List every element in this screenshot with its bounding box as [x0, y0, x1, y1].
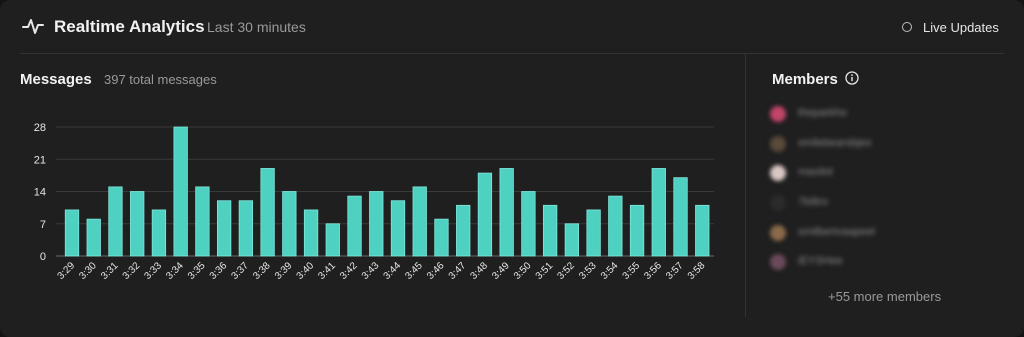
- bar: [477, 172, 493, 257]
- member-name: smilbertvaapeel: [798, 226, 876, 238]
- bar: [195, 186, 210, 257]
- avatar: [770, 106, 786, 122]
- x-tick-label: 3:50: [512, 260, 534, 282]
- x-tick-label: 3:58: [686, 260, 708, 282]
- bar: [238, 200, 254, 257]
- avatar: [770, 136, 786, 152]
- bar: [108, 186, 123, 257]
- header: Realtime Analytics Last 30 minutes Live …: [0, 0, 1024, 54]
- bar: [434, 218, 449, 257]
- time-range-label: Last 30 minutes: [207, 19, 306, 35]
- bar: [347, 195, 362, 257]
- bar: [325, 223, 340, 257]
- x-tick-label: 3:43: [360, 260, 382, 282]
- live-updates-label: Live Updates: [923, 20, 999, 35]
- bar: [564, 223, 580, 257]
- bar: [456, 204, 471, 257]
- bar: [173, 126, 188, 257]
- member-item[interactable]: theparkho: [770, 104, 920, 124]
- bar: [586, 209, 601, 257]
- y-tick-label: 14: [34, 187, 46, 199]
- member-item[interactable]: smilebearsbjes: [770, 134, 920, 154]
- y-tick-label: 0: [40, 251, 46, 263]
- x-tick-label: 3:38: [251, 260, 273, 282]
- bar: [303, 209, 319, 257]
- bar: [412, 186, 427, 257]
- bar: [151, 209, 167, 257]
- x-tick-label: 3:54: [599, 260, 621, 282]
- x-tick-label: 3:48: [469, 260, 491, 282]
- more-members-link[interactable]: +55 more members: [828, 289, 941, 304]
- avatar: [770, 165, 786, 181]
- member-name: 7biltro: [798, 196, 828, 208]
- bar: [216, 200, 232, 257]
- x-tick-label: 3:37: [229, 260, 251, 282]
- x-tick-label: 3:44: [382, 260, 404, 282]
- analytics-card: Realtime Analytics Last 30 minutes Live …: [0, 0, 1024, 337]
- x-tick-label: 3:34: [164, 260, 186, 282]
- bar: [695, 204, 710, 257]
- x-tick-label: 3:35: [186, 260, 208, 282]
- bar: [499, 168, 514, 257]
- member-name: iEYSHee: [798, 255, 843, 267]
- activity-icon: [22, 19, 44, 34]
- bar: [64, 209, 80, 257]
- x-tick-label: 3:30: [77, 260, 99, 282]
- x-tick-label: 3:49: [490, 260, 512, 282]
- x-tick-label: 3:41: [316, 260, 338, 282]
- member-item[interactable]: iEYSHee: [770, 252, 920, 272]
- member-item[interactable]: maxilot: [770, 163, 920, 183]
- member-name: smilebearsbjes: [798, 137, 872, 149]
- info-icon[interactable]: [845, 71, 859, 85]
- x-tick-label: 3:36: [208, 260, 230, 282]
- x-tick-label: 3:32: [121, 260, 143, 282]
- messages-total: 397 total messages: [104, 72, 217, 87]
- x-tick-label: 3:46: [425, 260, 447, 282]
- bar: [369, 191, 384, 257]
- bar: [86, 218, 101, 257]
- bar: [651, 168, 666, 257]
- avatar: [770, 254, 786, 270]
- member-name: theparkho: [798, 107, 847, 119]
- radio-circle-icon: [902, 22, 912, 32]
- member-item[interactable]: 7biltro: [770, 193, 920, 213]
- messages-title: Messages: [20, 71, 92, 88]
- y-tick-label: 28: [34, 122, 46, 134]
- x-tick-label: 3:45: [403, 260, 425, 282]
- bar: [542, 204, 558, 257]
- x-tick-label: 3:42: [338, 260, 360, 282]
- x-tick-label: 3:53: [577, 260, 599, 282]
- x-tick-label: 3:56: [642, 260, 664, 282]
- bar: [608, 195, 623, 257]
- x-tick-label: 3:31: [99, 260, 121, 282]
- bar: [390, 200, 406, 257]
- member-name: maxilot: [798, 166, 833, 178]
- x-tick-label: 3:33: [143, 260, 165, 282]
- members-title: Members: [772, 71, 838, 88]
- panel-divider: [745, 54, 746, 317]
- y-tick-label: 7: [40, 219, 46, 231]
- y-tick-label: 21: [34, 154, 46, 166]
- x-tick-label: 3:52: [555, 260, 577, 282]
- bar: [521, 191, 536, 257]
- x-tick-label: 3:40: [295, 260, 317, 282]
- bar: [260, 168, 275, 257]
- x-tick-label: 3:47: [447, 260, 469, 282]
- page-title: Realtime Analytics: [54, 17, 205, 36]
- avatar: [770, 195, 786, 211]
- header-divider: [20, 53, 1004, 54]
- x-tick-label: 3:57: [664, 260, 686, 282]
- member-item[interactable]: smilbertvaapeel: [770, 223, 920, 243]
- messages-bar-chart: 0 7 14 21 28 3:29 3:30 3:31 3:32 3:33 3:34 3:35 3:36…: [34, 122, 714, 282]
- x-tick-label: 3:29: [56, 260, 78, 282]
- avatar: [770, 225, 786, 241]
- x-tick-label: 3:55: [621, 260, 643, 282]
- bar: [673, 177, 688, 257]
- x-tick-label: 3:39: [273, 260, 295, 282]
- live-updates-toggle[interactable]: Live Updates: [893, 13, 1004, 41]
- bar: [282, 191, 297, 257]
- x-tick-label: 3:51: [534, 260, 556, 282]
- bar: [629, 204, 645, 257]
- bar: [130, 191, 145, 257]
